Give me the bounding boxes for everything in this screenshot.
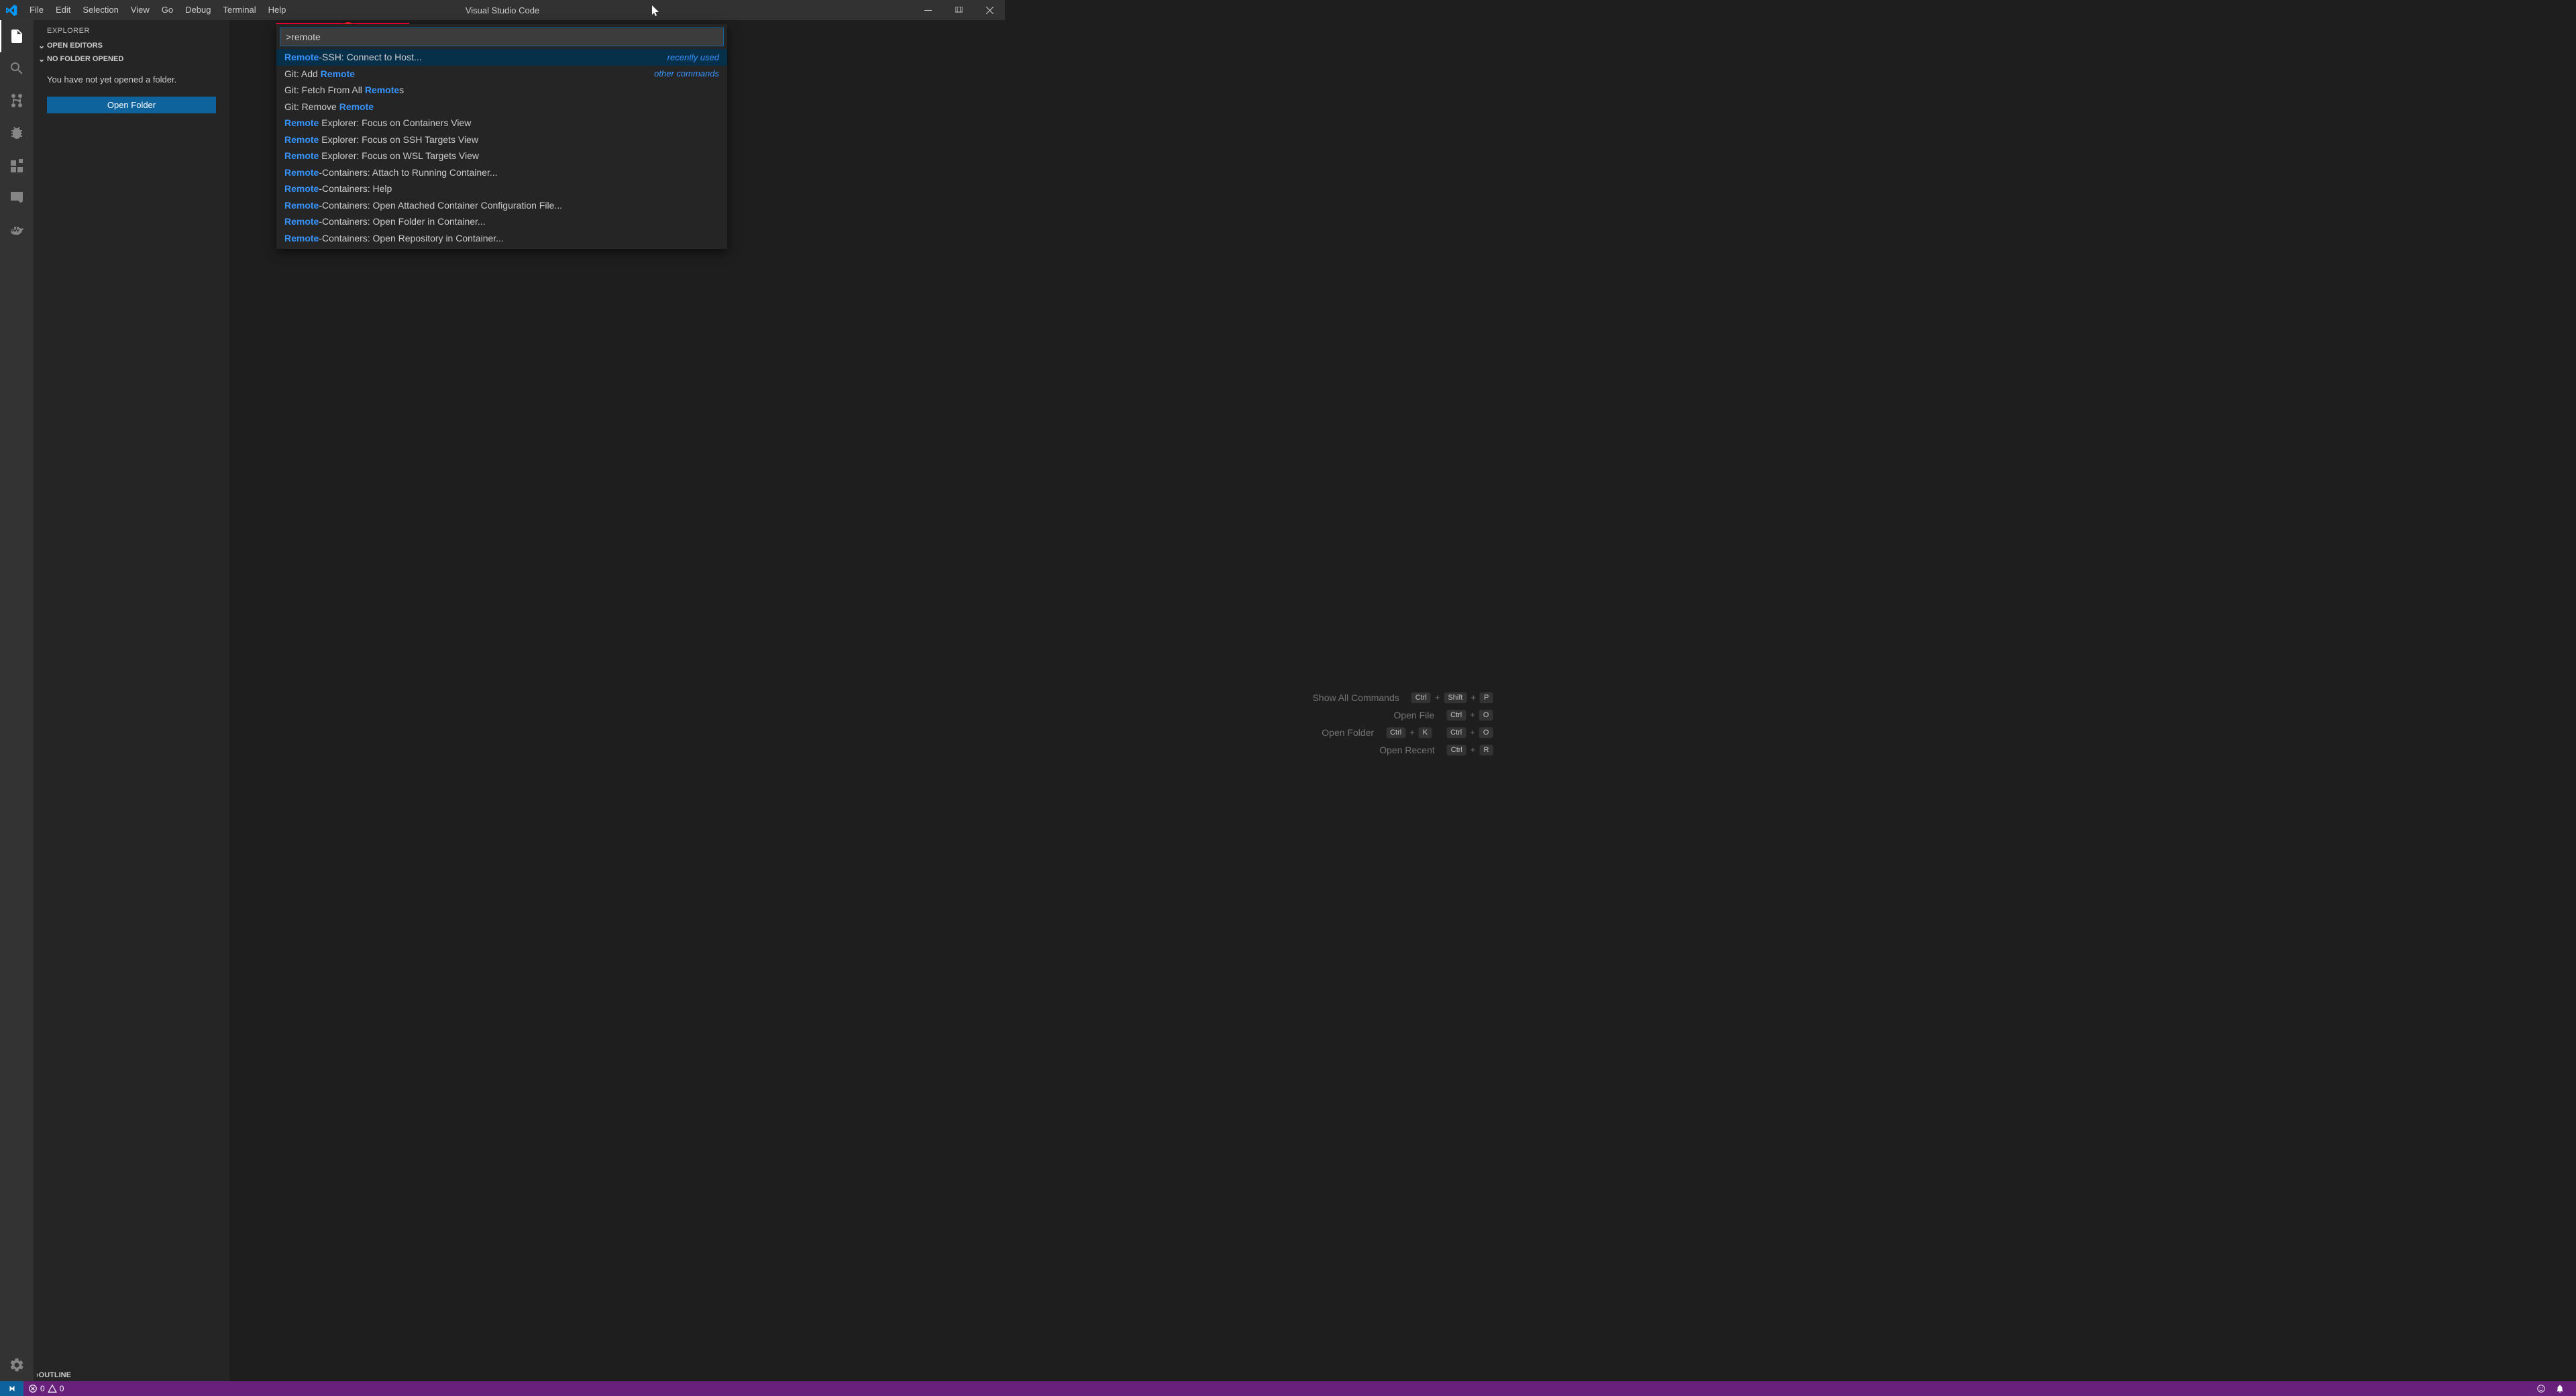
command-palette-input[interactable] (280, 28, 724, 46)
status-remote-button[interactable] (0, 1381, 23, 1396)
menu-help[interactable]: Help (262, 0, 292, 20)
menu-go[interactable]: Go (156, 0, 179, 20)
sidebar-outline-header[interactable]: › OUTLINE (34, 1369, 229, 1381)
watermark-keys: Ctrl+Shift+P (1411, 692, 1493, 703)
command-palette-item[interactable]: Remote Explorer: Focus on Containers Vie… (276, 115, 727, 131)
command-palette-item[interactable]: Remote-Containers: Attach to Running Con… (276, 164, 727, 181)
window-controls (912, 0, 1005, 20)
window-title: Visual Studio Code (466, 5, 539, 15)
command-palette-list: Remote-SSH: Connect to Host...recently u… (276, 49, 727, 246)
sidebar-explorer: EXPLORER ⌄ OPEN EDITORS ⌄ NO FOLDER OPEN… (34, 20, 229, 1381)
menu-edit[interactable]: Edit (50, 0, 76, 20)
watermark-label: Open Folder (1322, 727, 1374, 738)
sidebar-open-editors-header[interactable]: ⌄ OPEN EDITORS (34, 39, 229, 52)
status-error-count: 0 (40, 1384, 45, 1393)
command-palette-item[interactable]: Git: Add Remoteother commands (276, 66, 727, 83)
menu-file[interactable]: File (23, 0, 50, 20)
menu-selection[interactable]: Selection (76, 0, 124, 20)
watermark-label: Open Recent (1379, 745, 1435, 755)
chevron-down-icon: ⌄ (36, 54, 47, 64)
command-palette: Remote-SSH: Connect to Host...recently u… (276, 24, 727, 249)
command-palette-item[interactable]: Remote-Containers: Open Attached Contain… (276, 197, 727, 214)
menu-terminal[interactable]: Terminal (217, 0, 262, 20)
error-icon (28, 1384, 38, 1393)
command-palette-item[interactable]: Git: Remove Remote (276, 99, 727, 115)
status-problems[interactable]: 0 0 (23, 1381, 68, 1396)
command-palette-item[interactable]: Remote-Containers: Open Folder in Contai… (276, 213, 727, 230)
activity-search-icon[interactable] (0, 52, 34, 85)
activity-debug-icon[interactable] (0, 117, 34, 149)
maximize-button[interactable] (943, 0, 974, 20)
command-palette-right-label: recently used (667, 52, 719, 62)
open-folder-button[interactable]: Open Folder (47, 97, 216, 113)
command-palette-right-label: other commands (654, 68, 719, 78)
watermark-label: Open File (1393, 710, 1434, 720)
menu-debug[interactable]: Debug (179, 0, 217, 20)
command-palette-item[interactable]: Git: Fetch From All Remotes (276, 82, 727, 99)
activity-docker-icon[interactable] (0, 213, 34, 246)
status-warning-count: 0 (60, 1384, 64, 1393)
watermark-row: Open Folder Ctrl+KCtrl+O (1313, 727, 1493, 738)
chevron-down-icon: ⌄ (36, 41, 47, 50)
watermark-label: Show All Commands (1313, 692, 1399, 703)
sidebar-open-editors-label: OPEN EDITORS (47, 42, 103, 50)
command-palette-item[interactable]: Remote-Containers: Help (276, 180, 727, 197)
sidebar-no-folder-header[interactable]: ⌄ NO FOLDER OPENED (34, 52, 229, 66)
editor-area: Show All Commands Ctrl+Shift+P Open File Ct… (229, 20, 2576, 1381)
activity-settings-icon[interactable] (0, 1349, 34, 1381)
sidebar-title: EXPLORER (34, 20, 229, 39)
status-bar: 0 0 (0, 1381, 2576, 1396)
sidebar-no-folder-label: NO FOLDER OPENED (47, 55, 123, 63)
command-palette-item[interactable]: Remote-SSH: Connect to Host...recently u… (276, 49, 727, 66)
watermark-row: Open File Ctrl+O (1313, 710, 1493, 720)
status-bell-icon[interactable] (2551, 1384, 2569, 1393)
warning-icon (48, 1384, 57, 1393)
title-bar: FileEditSelectionViewGoDebugTerminalHelp… (0, 0, 1005, 20)
status-feedback-icon[interactable] (2532, 1384, 2551, 1393)
close-button[interactable] (974, 0, 1005, 20)
activity-explorer-icon[interactable] (0, 20, 34, 52)
activity-extensions-icon[interactable] (0, 149, 34, 181)
command-palette-item[interactable]: Remote Explorer: Focus on WSL Targets Vi… (276, 148, 727, 164)
sidebar-outline-label: OUTLINE (39, 1371, 71, 1379)
command-palette-item[interactable]: Remote Explorer: Focus on SSH Targets Vi… (276, 131, 727, 148)
command-palette-item[interactable]: Remote-Containers: Open Repository in Co… (276, 230, 727, 247)
activity-remote-icon[interactable] (0, 181, 34, 213)
vscode-icon (0, 5, 23, 16)
no-folder-message: You have not yet opened a folder. (34, 66, 229, 91)
activity-bar (0, 20, 34, 1381)
watermark-row: Show All Commands Ctrl+Shift+P (1313, 692, 1493, 703)
minimize-button[interactable] (912, 0, 943, 20)
watermark-keys: Ctrl+O (1446, 710, 1493, 720)
watermark-row: Open Recent Ctrl+R (1313, 745, 1493, 755)
watermark-shortcuts: Show All Commands Ctrl+Shift+P Open File Ct… (1313, 686, 1493, 762)
activity-scm-icon[interactable] (0, 85, 34, 117)
menu-view[interactable]: View (125, 0, 156, 20)
watermark-keys: Ctrl+KCtrl+O (1386, 727, 1493, 738)
watermark-keys: Ctrl+R (1447, 745, 1493, 755)
menu-bar: FileEditSelectionViewGoDebugTerminalHelp (23, 0, 292, 20)
